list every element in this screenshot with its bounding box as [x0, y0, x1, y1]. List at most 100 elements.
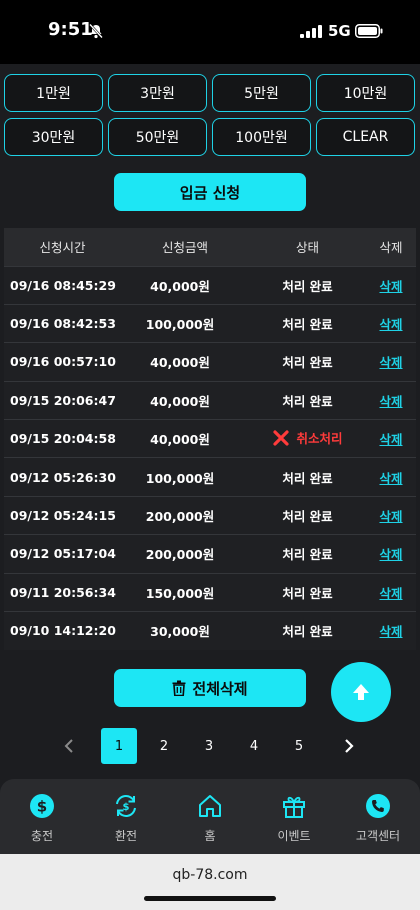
nav-label-support: 고객센터 — [355, 829, 401, 843]
row-time: 09/15 20:06:47 — [10, 392, 116, 408]
deposit-request-button[interactable]: 입금 신청 — [114, 173, 306, 211]
row-amount: 150,000원 — [145, 585, 215, 601]
exchange-icon: $ — [116, 795, 136, 817]
row-status: 처리 완료 — [282, 470, 333, 486]
page-3-button[interactable]: 3 — [191, 728, 227, 764]
amount-button-500000[interactable]: 50만원 — [108, 118, 207, 156]
page-5-button[interactable]: 5 — [281, 728, 317, 764]
row-delete-link[interactable]: 삭제 — [379, 279, 402, 294]
row-time: 09/11 20:56:34 — [10, 584, 116, 600]
nav-label-home: 홈 — [204, 829, 216, 843]
next-page-button[interactable] — [332, 728, 366, 764]
row-delete-cell: 삭제 — [366, 343, 416, 381]
status-text: 취소처리 — [296, 431, 343, 446]
deposit-history-table: 신청시간 신청금액 상태 삭제 09/16 08:45:29 40,000원 처리 … — [4, 228, 416, 650]
row-delete-link[interactable]: 삭제 — [379, 317, 402, 332]
amount-button-300000[interactable]: 30만원 — [4, 118, 103, 156]
header-amount: 신청금액 — [161, 240, 208, 256]
nav-item-exchange[interactable]: $ 환전 — [84, 779, 168, 854]
row-delete-cell: 삭제 — [366, 420, 416, 458]
row-status: 처리 완료 — [282, 585, 333, 601]
row-time: 09/10 14:12:20 — [10, 623, 116, 639]
header-status: 상태 — [295, 240, 319, 256]
row-status: 처리 완료 — [282, 317, 333, 333]
delete-all-label: 전체삭제 — [192, 679, 248, 698]
trash-icon — [172, 680, 186, 696]
row-delete-link[interactable]: 삭제 — [379, 547, 402, 562]
network-label: 5G — [328, 22, 351, 40]
page-4-button[interactable]: 4 — [236, 728, 272, 764]
row-delete-link[interactable]: 삭제 — [379, 586, 402, 601]
table-header-row: 신청시간 신청금액 상태 삭제 — [4, 228, 416, 266]
battery-icon — [355, 24, 383, 38]
row-delete-link[interactable]: 삭제 — [379, 432, 402, 447]
nav-label-event: 이벤트 — [277, 829, 311, 843]
table-row: 09/12 05:17:04 200,000원 처리 완료 삭제 — [4, 534, 416, 574]
signal-icon — [300, 25, 322, 38]
row-status: 처리 완료 — [282, 393, 333, 409]
row-amount: 100,000원 — [145, 470, 215, 486]
row-delete-cell: 삭제 — [366, 266, 416, 304]
nav-item-charge[interactable]: $ 충전 — [0, 779, 84, 854]
home-indicator — [144, 896, 276, 901]
nav-item-event[interactable]: 이벤트 — [252, 779, 336, 854]
row-delete-link[interactable]: 삭제 — [379, 471, 402, 486]
row-delete-cell: 삭제 — [366, 573, 416, 611]
row-delete-link[interactable]: 삭제 — [379, 355, 402, 370]
amount-button-50000[interactable]: 5만원 — [212, 74, 311, 112]
table-row: 09/12 05:26:30 100,000원 처리 완료 삭제 — [4, 457, 416, 497]
row-status: 처리 완료 — [282, 355, 333, 371]
nav-item-support[interactable]: 고객센터 — [336, 779, 420, 854]
nav-label-exchange: 환전 — [114, 829, 138, 843]
browser-url-bar: qb-78.com — [0, 854, 420, 910]
scroll-top-button[interactable] — [331, 662, 391, 722]
row-delete-link[interactable]: 삭제 — [379, 394, 402, 409]
row-time: 09/16 00:57:10 — [10, 354, 116, 370]
home-icon — [199, 795, 221, 817]
row-status: 처리 완료 — [282, 278, 333, 294]
amount-button-1000000[interactable]: 100만원 — [212, 118, 311, 156]
page-1-button[interactable]: 1 — [101, 728, 137, 764]
row-delete-link[interactable]: 삭제 — [379, 509, 402, 524]
row-delete-cell: 삭제 — [366, 381, 416, 419]
row-time: 09/16 08:42:53 — [10, 316, 116, 332]
row-amount: 40,000원 — [150, 278, 210, 294]
table-row: 09/12 05:24:15 200,000원 처리 완료 삭제 — [4, 496, 416, 535]
row-amount: 40,000원 — [150, 355, 210, 371]
amount-button-10000[interactable]: 1만원 — [4, 74, 103, 112]
page-2-button[interactable]: 2 — [146, 728, 182, 764]
bell-muted-icon — [89, 23, 103, 39]
row-status: 취소처리 — [249, 420, 366, 458]
url-text[interactable]: qb-78.com — [0, 867, 420, 883]
nav-item-home[interactable]: 홈 — [168, 779, 252, 854]
row-status: 처리 완료 — [282, 547, 333, 563]
amount-button-100000[interactable]: 10만원 — [316, 74, 415, 112]
amount-button-30000[interactable]: 3만원 — [108, 74, 207, 112]
row-delete-cell: 삭제 — [366, 535, 416, 573]
svg-text:$: $ — [123, 802, 130, 813]
gift-icon — [283, 796, 305, 818]
clear-button[interactable]: CLEAR — [316, 118, 415, 156]
row-time: 09/15 20:04:58 — [10, 431, 116, 447]
row-delete-link[interactable]: 삭제 — [379, 624, 402, 639]
row-amount: 30,000원 — [150, 624, 210, 640]
cancel-x-icon — [273, 429, 290, 446]
arrow-up-icon — [353, 684, 369, 700]
table-row: 09/16 08:45:29 40,000원 처리 완료 삭제 — [4, 266, 416, 305]
table-row: 09/16 08:42:53 100,000원 처리 완료 삭제 — [4, 304, 416, 343]
delete-all-button[interactable]: 전체삭제 — [114, 669, 306, 707]
table-row: 09/15 20:06:47 40,000원 처리 완료 삭제 — [4, 381, 416, 420]
header-delete: 삭제 — [379, 240, 403, 256]
bottom-nav: $ 충전 $ 환전 홈 이벤트 고객센터 — [0, 779, 420, 854]
prev-page-button[interactable] — [52, 728, 86, 764]
row-amount: 200,000원 — [145, 547, 215, 563]
row-delete-cell: 삭제 — [366, 612, 416, 650]
amount-grid: 1만원 3만원 5만원 10만원 30만원 50만원 100만원 CLEAR — [4, 74, 416, 156]
row-time: 09/12 05:24:15 — [10, 508, 116, 524]
row-time: 09/12 05:26:30 — [10, 469, 116, 485]
table-row: 09/10 14:12:20 30,000원 처리 완료 삭제 — [4, 611, 416, 650]
row-time: 09/16 08:45:29 — [10, 277, 116, 293]
table-body: 09/16 08:45:29 40,000원 처리 완료 삭제 09/16 08:42:… — [4, 266, 416, 650]
row-delete-cell: 삭제 — [366, 304, 416, 342]
phone-icon — [366, 794, 390, 818]
